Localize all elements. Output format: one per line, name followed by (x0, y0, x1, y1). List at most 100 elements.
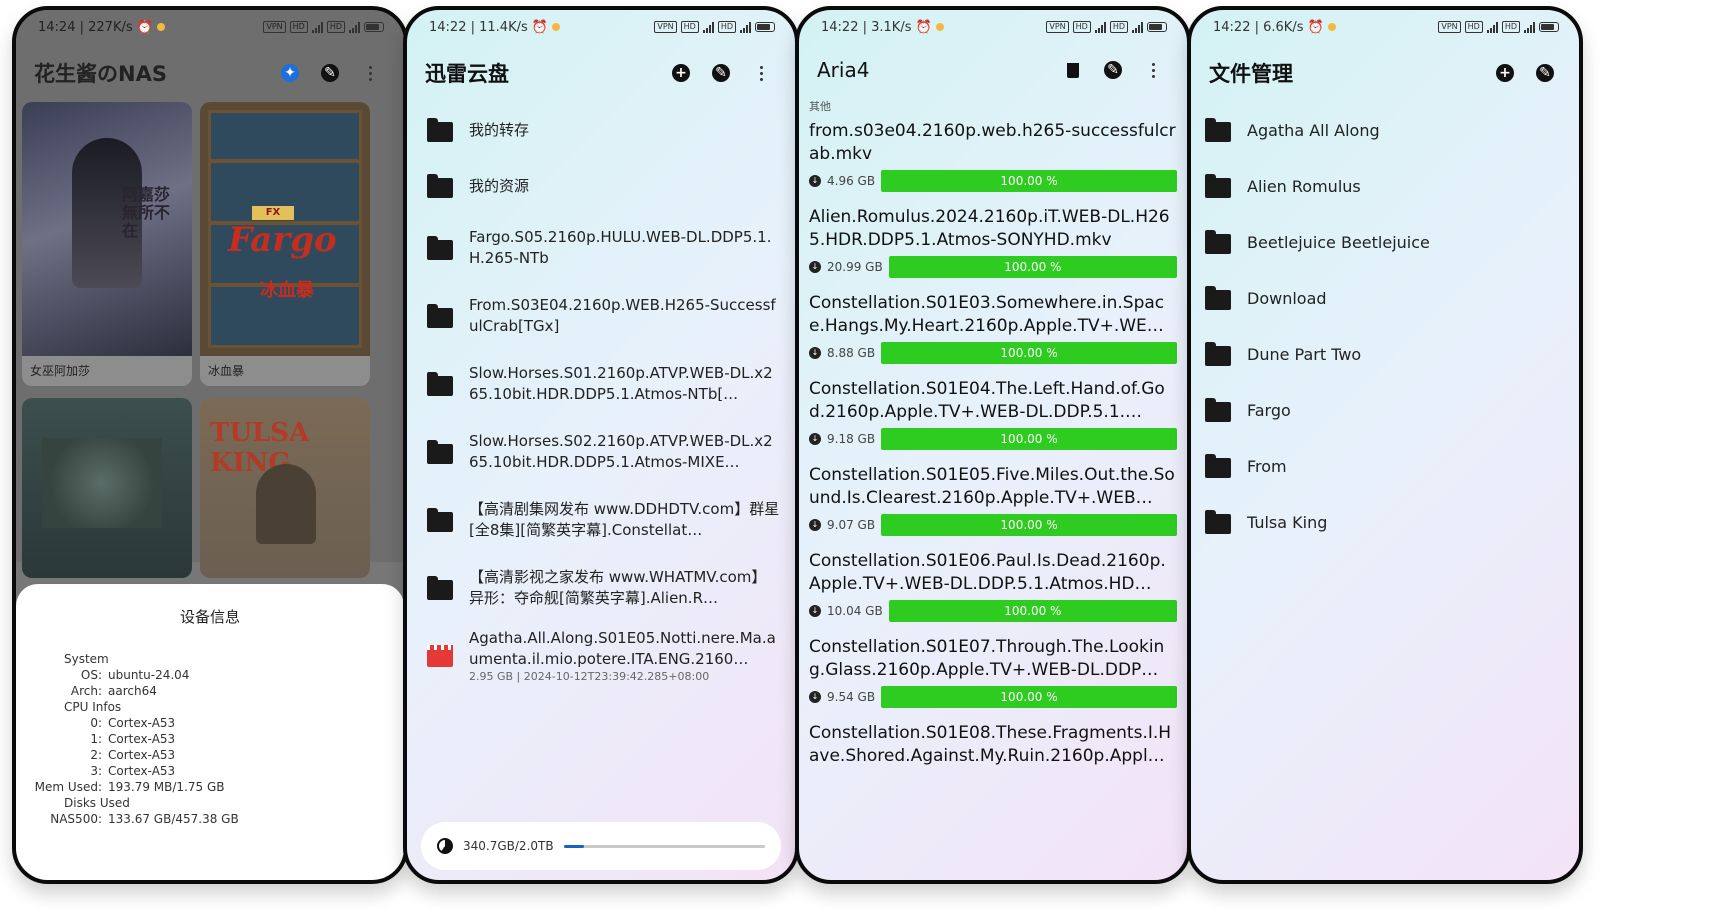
more-vert-icon (368, 65, 372, 81)
item-name: Slow.Horses.S02.2160p.ATVP.WEB-DL.x265.1… (469, 432, 773, 471)
download-item[interactable]: Constellation.S01E08.These.Fragments.I.H… (799, 722, 1187, 768)
poster-image: FX Fargo 冰血暴 (200, 102, 370, 356)
add-button[interactable]: + (661, 53, 701, 93)
folder-item[interactable]: Beetlejuice Beetlejuice (1191, 214, 1579, 270)
download-item[interactable]: Alien.Romulus.2024.2160p.iT.WEB-DL.H265.… (799, 206, 1187, 278)
folder-item[interactable]: 【高清影视之家发布 www.WHATMV.com】异形：夺命舰[简繁英字幕].A… (407, 554, 795, 622)
progress-bar: 100.00 % (881, 170, 1177, 192)
signal2-icon (349, 21, 360, 33)
download-size: 10.04 GB (827, 604, 883, 618)
download-size: 8.88 GB (827, 346, 876, 360)
wrench-icon: ✎ (1536, 64, 1554, 82)
more-button[interactable] (350, 53, 390, 93)
hd-icon: HD (680, 21, 699, 33)
more-button[interactable] (741, 53, 781, 93)
item-name: Fargo.S05.2160p.HULU.WEB-DL.DDP5.1.H.265… (469, 228, 772, 267)
poster-card[interactable] (22, 398, 192, 578)
poster-card[interactable]: TULSA KING (200, 398, 370, 578)
status-bar: 14:22 | 3.1K/s ⏰ VPN HD HD (799, 10, 1187, 44)
folder-item[interactable]: Slow.Horses.S01.2160p.ATVP.WEB-DL.x265.1… (407, 350, 795, 418)
status-speed: 11.4K/s (479, 19, 528, 35)
folder-item[interactable]: Alien Romulus (1191, 158, 1579, 214)
progress-bar: 100.00 % (888, 600, 1177, 622)
download-name: Constellation.S01E04.The.Left.Hand.of.Go… (809, 379, 1165, 422)
video-file-item[interactable]: Agatha.All.Along.S01E05.Notti.nere.Ma.au… (407, 622, 795, 690)
info-value: 193.79 MB/1.75 GB (108, 780, 225, 794)
info-value: Cortex-A53 (108, 748, 176, 762)
item-text: 【高清影视之家发布 www.WHATMV.com】异形：夺命舰[简繁英字幕].A… (469, 567, 781, 609)
vpn-icon: VPN (1046, 21, 1069, 33)
more-button[interactable] (1133, 50, 1173, 90)
folder-icon (427, 118, 453, 142)
settings-button[interactable]: ✎ (1093, 50, 1133, 90)
info-row: Arch: aarch64 (16, 683, 404, 699)
download-meta: ↓ 8.88 GB 100.00 % (809, 342, 1177, 364)
progress-bar: 100.00 % (888, 256, 1177, 278)
folder-icon (1205, 510, 1231, 534)
status-time: 14:22 (429, 19, 467, 35)
folder-item[interactable]: 我的资源 (407, 158, 795, 214)
status-speed: 3.1K/s (871, 19, 912, 35)
battery-icon (1147, 22, 1167, 32)
download-size: 9.07 GB (827, 518, 876, 532)
folder-name: Fargo (1247, 400, 1291, 420)
download-item[interactable]: Constellation.S01E06.Paul.Is.Dead.2160p.… (799, 550, 1187, 622)
folder-name: Dune Part Two (1247, 344, 1362, 364)
download-item[interactable]: from.s03e04.2160p.web.h265-successfulcra… (799, 120, 1187, 192)
delete-button[interactable] (1053, 50, 1093, 90)
item-text: Slow.Horses.S02.2160p.ATVP.WEB-DL.x265.1… (469, 431, 781, 473)
item-text: 我的转存 (469, 120, 781, 141)
folder-item[interactable]: 我的转存 (407, 102, 795, 158)
folder-item[interactable]: Dune Part Two (1191, 326, 1579, 382)
add-button[interactable]: + (1485, 53, 1525, 93)
info-value (115, 651, 404, 667)
info-value (136, 795, 404, 811)
poster-grid: 阿嘉莎 無所不在 女巫阿加莎 FX Fargo 冰血暴 冰血暴 TULSA KI… (16, 102, 404, 578)
folder-item[interactable]: Tulsa King (1191, 494, 1579, 550)
status-speed: 6.6K/s (1263, 19, 1304, 35)
item-name: Agatha.All.Along.S01E05.Notti.nere.Ma.au… (469, 629, 776, 668)
poster-card[interactable]: FX Fargo 冰血暴 冰血暴 (200, 102, 370, 386)
storage-label: 340.7GB/2.0TB (463, 839, 554, 853)
settings-button[interactable]: ✎ (701, 53, 741, 93)
download-item[interactable]: Constellation.S01E05.Five.Miles.Out.the.… (799, 464, 1187, 536)
alarm-icon: ⏰ (1307, 19, 1324, 35)
battery-icon (755, 22, 775, 32)
progress-bar: 100.00 % (881, 686, 1177, 708)
hd2-icon: HD (717, 21, 736, 33)
folder-icon (427, 174, 453, 198)
folder-item[interactable]: From (1191, 438, 1579, 494)
item-text: Fargo.S05.2160p.HULU.WEB-DL.DDP5.1.H.265… (469, 227, 781, 269)
download-meta: ↓ 9.18 GB 100.00 % (809, 428, 1177, 450)
vpn-icon: VPN (1438, 21, 1461, 33)
info-row: 0: Cortex-A53 (16, 715, 404, 731)
item-text: Slow.Horses.S01.2160p.ATVP.WEB-DL.x265.1… (469, 363, 781, 405)
alarm-icon: ⏰ (531, 19, 549, 35)
settings-button[interactable]: ✎ (1525, 53, 1565, 93)
folder-item[interactable]: Download (1191, 270, 1579, 326)
folder-item[interactable]: From.S03E04.2160p.WEB.H265-SuccessfulCra… (407, 282, 795, 350)
info-key: Arch: (70, 684, 102, 698)
folder-item[interactable]: Slow.Horses.S02.2160p.ATVP.WEB-DL.x265.1… (407, 418, 795, 486)
pin-button[interactable]: ✦ (270, 53, 310, 93)
item-name: Slow.Horses.S01.2160p.ATVP.WEB-DL.x265.1… (469, 364, 773, 403)
folder-item[interactable]: Fargo.S05.2160p.HULU.WEB-DL.DDP5.1.H.265… (407, 214, 795, 282)
folder-item[interactable]: Fargo (1191, 382, 1579, 438)
folder-item[interactable]: 【高清剧集网发布 www.DDHDTV.com】群星[全8集][简繁英字幕].C… (407, 486, 795, 554)
device-info-sheet: 设备信息 System OS: ubuntu-24.04 Arch: aarch64 CP… (16, 584, 404, 880)
alarm-icon: ⏰ (136, 19, 153, 35)
download-item[interactable]: Constellation.S01E03.Somewhere.in.Space.… (799, 292, 1187, 364)
item-text: Agatha.All.Along.S01E05.Notti.nere.Ma.au… (469, 628, 781, 684)
app-title: 文件管理 (1209, 62, 1293, 86)
download-item[interactable]: Constellation.S01E04.The.Left.Hand.of.Go… (799, 378, 1187, 450)
item-meta: 2.95 GB | 2024-10-12T23:39:42.285+08:00 (469, 670, 710, 683)
folder-icon (1205, 174, 1231, 198)
signal2-icon (1132, 21, 1143, 33)
poster-card[interactable]: 阿嘉莎 無所不在 女巫阿加莎 (22, 102, 192, 386)
phone-nas: 14:24 | 227K/s ⏰ VPN HD HD 花生酱のNAS ✦ ✎ 阿… (12, 6, 408, 884)
notification-dot-icon (156, 22, 165, 31)
settings-button[interactable]: ✎ (310, 53, 350, 93)
download-item[interactable]: Constellation.S01E07.Through.The.Looking… (799, 636, 1187, 708)
folder-name: Agatha All Along (1247, 120, 1380, 140)
folder-item[interactable]: Agatha All Along (1191, 102, 1579, 158)
